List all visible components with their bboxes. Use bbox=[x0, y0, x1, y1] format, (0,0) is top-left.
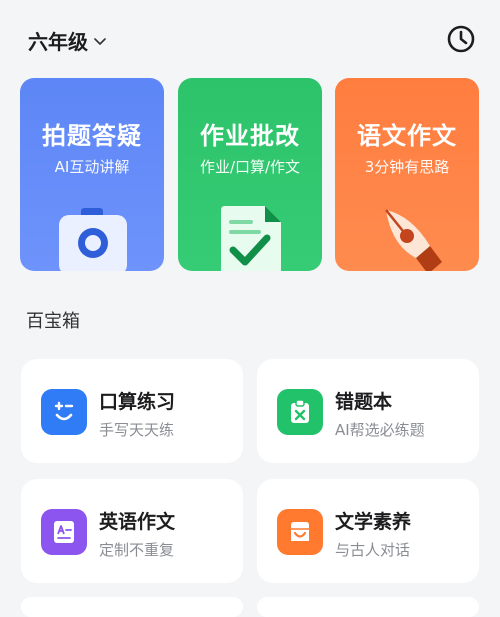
card-subtitle: 3分钟有思路 bbox=[364, 158, 450, 176]
clipboard-x-icon bbox=[277, 389, 323, 435]
card-subtitle: 作业/口算/作文 bbox=[199, 158, 301, 176]
scroll-icon bbox=[277, 509, 323, 555]
camera-icon bbox=[59, 208, 127, 271]
english-doc-icon bbox=[41, 509, 87, 555]
tool-title: 口算练习 bbox=[99, 391, 176, 413]
top-bar: 六年级 bbox=[0, 0, 500, 78]
grade-selector[interactable]: 六年级 bbox=[28, 26, 106, 55]
tool-card-partial[interactable] bbox=[21, 597, 243, 617]
photo-qa-card[interactable]: 拍题答疑 AI互动讲解 bbox=[20, 78, 164, 271]
card-subtitle: AI互动讲解 bbox=[54, 158, 130, 176]
grade-label: 六年级 bbox=[28, 30, 88, 54]
english-essay-card[interactable]: 英语作文 定制不重复 bbox=[21, 479, 243, 583]
toolbox-title: 百宝箱 bbox=[26, 311, 80, 332]
calc-face-icon bbox=[41, 389, 87, 435]
chinese-essay-card[interactable]: 语文作文 3分钟有思路 bbox=[335, 78, 479, 271]
tool-subtitle: 与古人对话 bbox=[335, 541, 411, 559]
clock-icon[interactable] bbox=[446, 24, 476, 54]
tool-title: 英语作文 bbox=[99, 511, 176, 533]
pen-nib-icon bbox=[385, 209, 442, 271]
tool-subtitle: AI帮选必练题 bbox=[335, 421, 425, 439]
tool-card-partial[interactable] bbox=[257, 597, 479, 617]
chevron-down-icon bbox=[94, 37, 106, 45]
homework-check-card[interactable]: 作业批改 作业/口算/作文 bbox=[178, 78, 322, 271]
document-check-icon bbox=[221, 206, 281, 271]
card-title: 语文作文 bbox=[357, 122, 457, 150]
tool-title: 错题本 bbox=[335, 391, 393, 413]
card-title: 拍题答疑 bbox=[42, 122, 142, 150]
literary-literacy-card[interactable]: 文学素养 与古人对话 bbox=[257, 479, 479, 583]
tool-subtitle: 手写天天练 bbox=[99, 421, 175, 439]
mistake-book-card[interactable]: 错题本 AI帮选必练题 bbox=[257, 359, 479, 463]
tool-subtitle: 定制不重复 bbox=[99, 541, 175, 559]
oral-calc-practice-card[interactable]: 口算练习 手写天天练 bbox=[21, 359, 243, 463]
card-title: 作业批改 bbox=[200, 122, 300, 150]
tool-title: 文学素养 bbox=[335, 511, 412, 533]
